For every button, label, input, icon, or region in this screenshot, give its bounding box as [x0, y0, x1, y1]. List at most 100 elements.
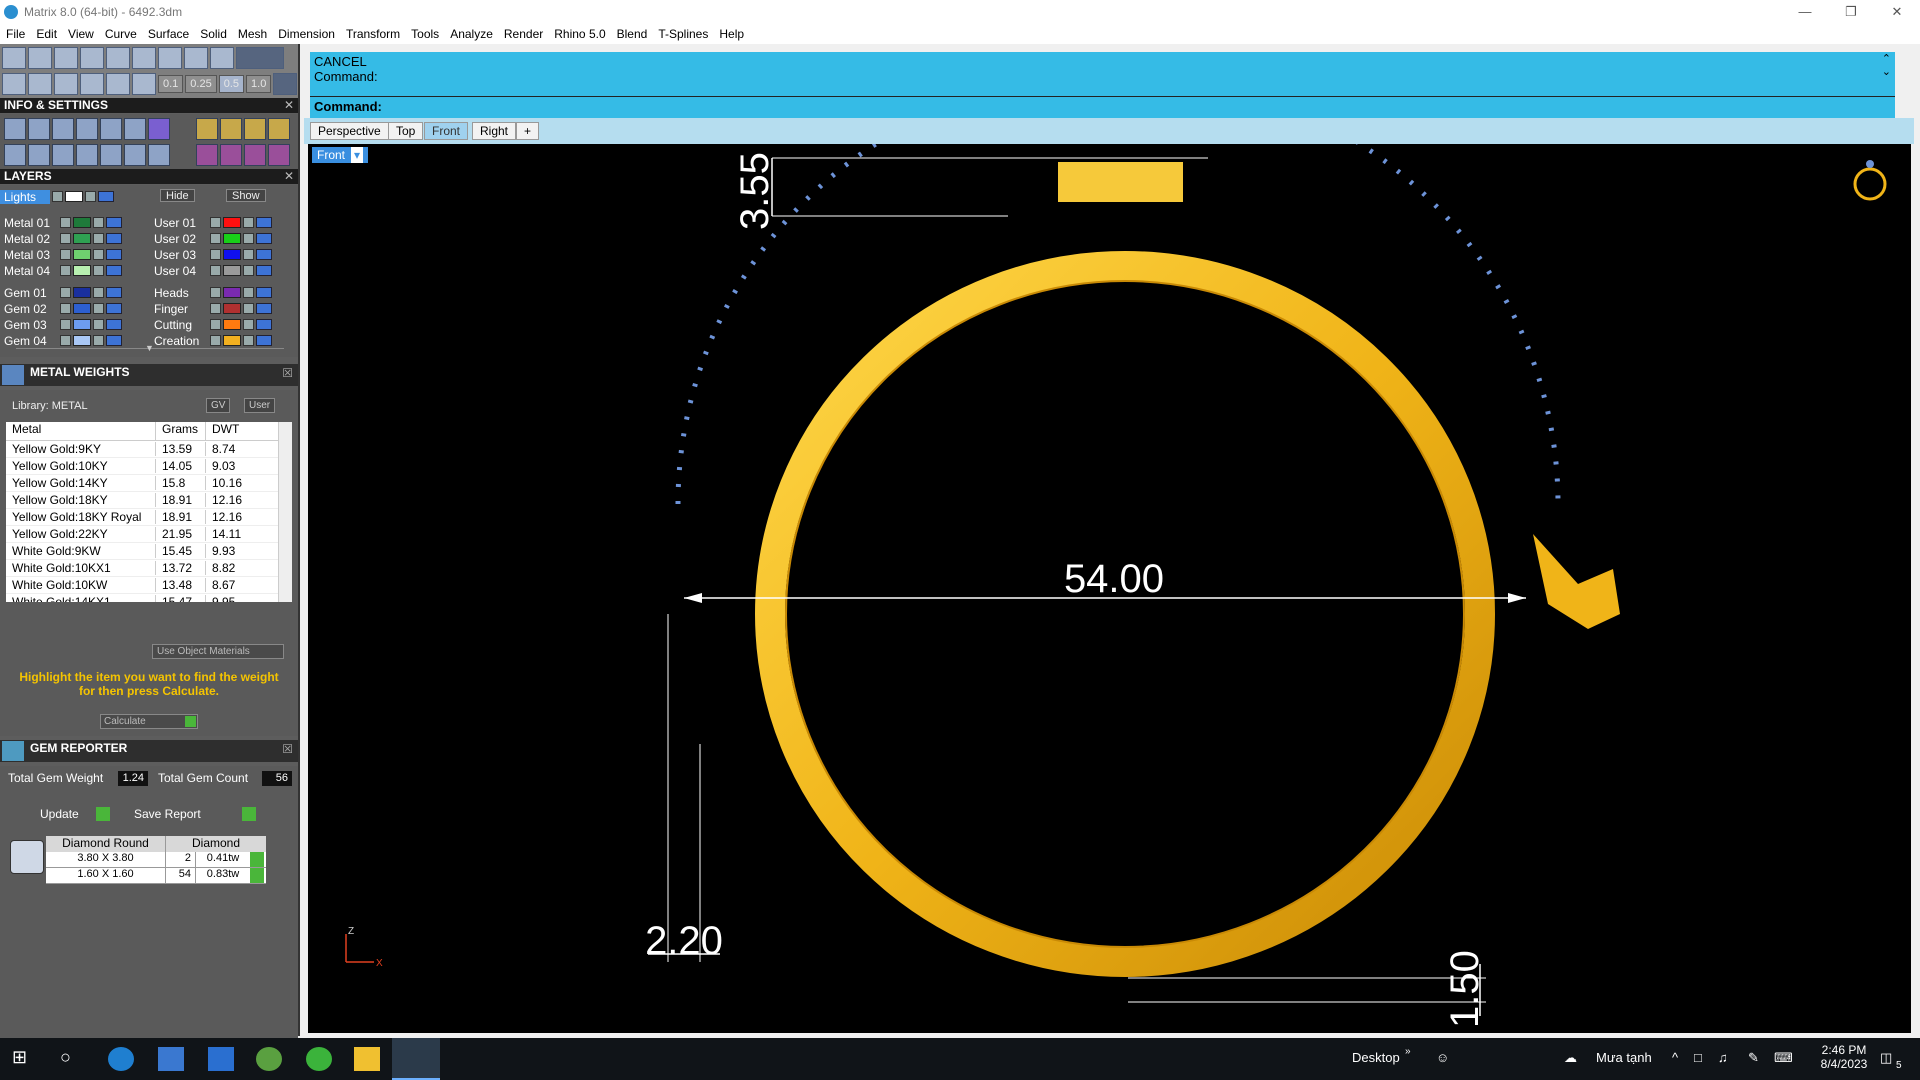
edit-icon[interactable]	[124, 118, 146, 140]
lock-icon[interactable]	[243, 303, 254, 314]
chevron-right-icon[interactable]: »	[1405, 1046, 1411, 1057]
weather-text[interactable]: Mưa tạnh	[1596, 1050, 1652, 1065]
light-icon[interactable]	[244, 144, 266, 166]
table-row[interactable]: Yellow Gold:9KY 13.59 8.74	[6, 441, 292, 458]
properties-icon[interactable]	[100, 118, 122, 140]
layer-color-swatch[interactable]	[73, 233, 91, 244]
menu-edit[interactable]: Edit	[36, 27, 57, 41]
play-icon[interactable]	[250, 852, 264, 867]
metal-table-scrollbar[interactable]	[278, 422, 292, 602]
visibility-icon[interactable]	[106, 335, 122, 346]
table-row[interactable]: Yellow Gold:14KY 15.8 10.16	[6, 475, 292, 492]
layer-row-left[interactable]: Gem 02	[0, 301, 122, 316]
menu-blend[interactable]: Blend	[617, 27, 648, 41]
layer-row-right[interactable]: Finger	[150, 301, 272, 316]
table-row[interactable]: White Gold:10KX1 13.72 8.82	[6, 560, 292, 577]
tab-top[interactable]: Top	[388, 122, 424, 140]
material-icon[interactable]	[220, 144, 242, 166]
layer-row-left[interactable]: Gem 01	[0, 285, 122, 300]
app-icon[interactable]	[256, 1047, 282, 1071]
expand-icon[interactable]	[210, 249, 221, 260]
command-input[interactable]: Command:	[310, 96, 1895, 116]
layer-color-swatch[interactable]	[73, 265, 91, 276]
close-button[interactable]: ✕	[1874, 0, 1920, 23]
clock[interactable]: 2:46 PM 8/4/2023	[1812, 1043, 1876, 1071]
tab-front[interactable]: Front	[424, 122, 469, 140]
volume-icon[interactable]: ♫	[1718, 1050, 1728, 1065]
expand-icon[interactable]	[60, 335, 71, 346]
layer-row-left[interactable]: Metal 04	[0, 263, 122, 278]
scroll-arrows-icon[interactable]: ⌃ ⌄	[1882, 52, 1891, 78]
align-tool-icon[interactable]	[184, 47, 208, 69]
visibility-icon[interactable]	[256, 335, 272, 346]
layer-row-left[interactable]: Metal 01	[0, 215, 122, 230]
layer-row-right[interactable]: User 04	[150, 263, 272, 278]
tab-perspective[interactable]: Perspective	[310, 122, 389, 140]
arrow-icon[interactable]	[132, 73, 156, 95]
layer-row-right[interactable]: User 01	[150, 215, 272, 230]
line-tool-icon[interactable]	[80, 47, 104, 69]
expand-icon[interactable]	[60, 287, 71, 298]
store-icon[interactable]	[158, 1047, 184, 1071]
layer-color-swatch[interactable]	[73, 335, 91, 346]
layer-color-swatch[interactable]	[223, 303, 241, 314]
rotate-tool-icon[interactable]	[132, 47, 156, 69]
prong-icon[interactable]	[244, 118, 266, 140]
move-tool-icon[interactable]	[54, 47, 78, 69]
expand-icon[interactable]	[210, 303, 221, 314]
visibility-icon[interactable]	[256, 265, 272, 276]
snap-icon[interactable]	[28, 73, 52, 95]
search-icon[interactable]: ○	[60, 1047, 86, 1071]
close-icon[interactable]: ✕	[284, 98, 294, 113]
select-icon[interactable]	[124, 144, 146, 166]
visibility-icon[interactable]	[106, 287, 122, 298]
menu-help[interactable]: Help	[719, 27, 744, 41]
snap-0-1[interactable]: 0.1	[158, 75, 184, 93]
visibility-icon[interactable]	[106, 249, 122, 260]
chevron-up-icon[interactable]: ^	[1672, 1050, 1678, 1065]
pen-icon[interactable]: ✎	[1748, 1050, 1759, 1066]
lock-icon[interactable]	[93, 319, 104, 330]
desktop-toolbar[interactable]: Desktop	[1352, 1050, 1400, 1065]
visibility-icon[interactable]	[256, 249, 272, 260]
tab-right[interactable]: Right	[472, 122, 517, 140]
lock-icon[interactable]	[93, 335, 104, 346]
grid-icon[interactable]	[2, 73, 26, 95]
folder-icon[interactable]	[354, 1047, 380, 1071]
matrix-taskbar-button[interactable]	[392, 1038, 440, 1080]
layer-row-left[interactable]: Gem 03	[0, 317, 122, 332]
restore-button[interactable]: ❐	[1828, 0, 1874, 23]
mirror-tool-icon[interactable]	[210, 47, 234, 69]
table-row[interactable]: Yellow Gold:18KY Royal 18.91 12.16	[6, 509, 292, 526]
settings-icon[interactable]	[4, 118, 26, 140]
windows-start-icon[interactable]: ⊞	[12, 1047, 38, 1071]
menu-render[interactable]: Render	[504, 27, 543, 41]
expand-icon[interactable]	[60, 319, 71, 330]
visibility-icon[interactable]	[256, 233, 272, 244]
close-icon[interactable]: ☒	[282, 741, 293, 757]
layer-lights[interactable]: Lights	[0, 189, 114, 204]
layer-row-right[interactable]: Heads	[150, 285, 272, 300]
gem-row[interactable]: 1.60 X 1.60 54 0.83tw	[46, 868, 266, 884]
lock-icon[interactable]	[243, 319, 254, 330]
camera-icon[interactable]	[268, 144, 290, 166]
menu-surface[interactable]: Surface	[148, 27, 189, 41]
menu-view[interactable]: View	[68, 27, 94, 41]
visibility-icon[interactable]	[106, 233, 122, 244]
table-row[interactable]: White Gold:14KX1 15.47 9.95	[6, 594, 292, 602]
layers-icon[interactable]	[52, 118, 74, 140]
circle-tool-icon[interactable]	[158, 47, 182, 69]
show-button[interactable]: Show	[226, 189, 266, 202]
layer-color-swatch[interactable]	[73, 319, 91, 330]
menu-solid[interactable]: Solid	[200, 27, 227, 41]
expand-icon[interactable]	[60, 233, 71, 244]
table-row[interactable]: White Gold:10KW 13.48 8.67	[6, 577, 292, 594]
layer-color-swatch[interactable]	[223, 319, 241, 330]
table-row[interactable]: Yellow Gold:18KY 18.91 12.16	[6, 492, 292, 509]
menu-file[interactable]: File	[6, 27, 25, 41]
visibility-icon[interactable]	[256, 287, 272, 298]
layer-color-swatch[interactable]	[73, 287, 91, 298]
visibility-icon[interactable]	[256, 217, 272, 228]
snap-0-5[interactable]: 0.5	[218, 75, 245, 93]
sphere-icon[interactable]	[52, 144, 74, 166]
